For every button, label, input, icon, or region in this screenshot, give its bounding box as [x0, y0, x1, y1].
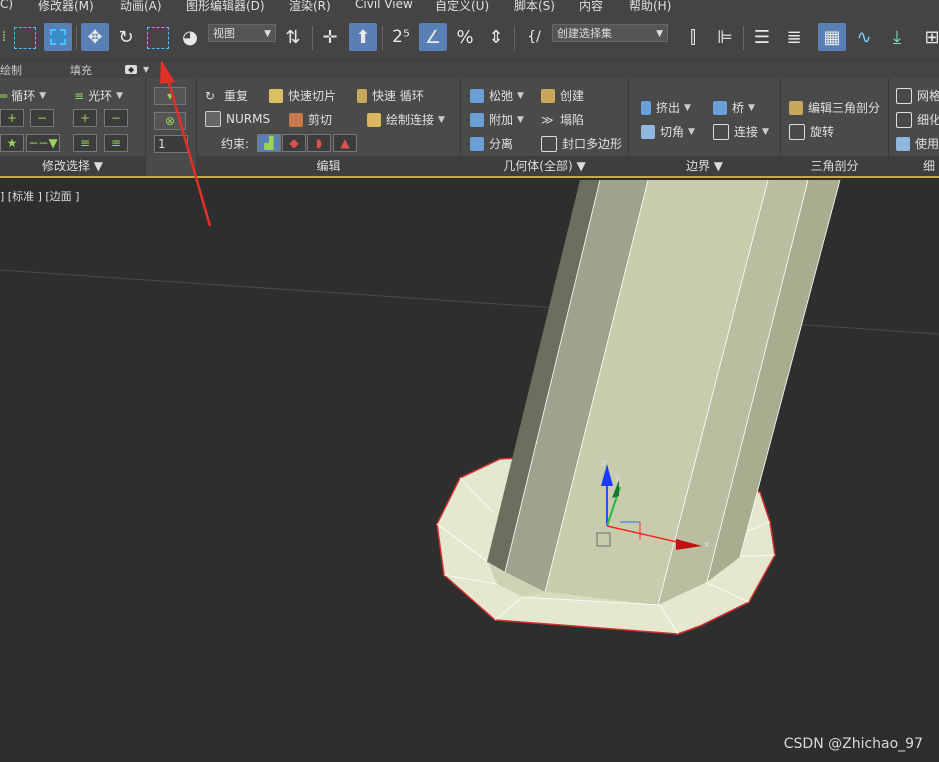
annotation-arrow: [160, 60, 212, 227]
